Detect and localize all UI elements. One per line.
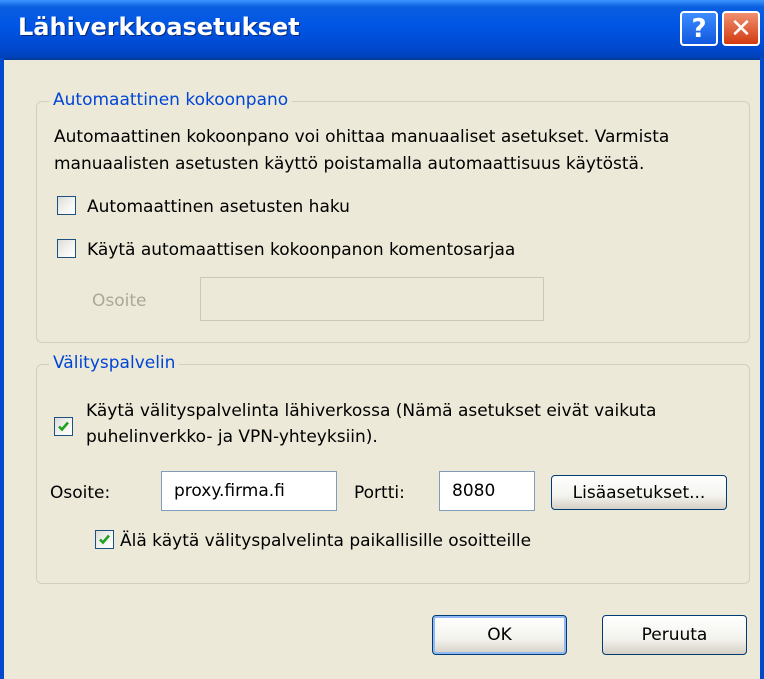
checkmark-icon bbox=[58, 421, 69, 432]
use-proxy-label-line1[interactable]: Käytä välityspalvelinta lähiverkossa (Nä… bbox=[86, 398, 656, 424]
window-frame-right bbox=[760, 58, 764, 679]
bypass-local-label[interactable]: Älä käytä välityspalvelinta paikallisill… bbox=[120, 528, 531, 554]
bypass-local-checkbox[interactable] bbox=[95, 530, 114, 549]
dialog-title: Lähiverkkoasetukset bbox=[18, 13, 300, 41]
checkmark-icon bbox=[99, 534, 110, 545]
auto-config-description-line2: manuaalisten asetusten käyttö poistamall… bbox=[54, 154, 645, 174]
proxy-address-input[interactable]: proxy.firma.fi bbox=[161, 471, 337, 511]
ok-button[interactable]: OK bbox=[432, 615, 567, 655]
title-bar[interactable]: Lähiverkkoasetukset ? ✕ bbox=[0, 0, 764, 60]
use-proxy-label-line2[interactable]: puhelinverkko- ja VPN-yhteyksiin). bbox=[86, 424, 378, 450]
script-address-input[interactable] bbox=[200, 277, 544, 321]
proxy-port-label: Portti: bbox=[354, 483, 405, 503]
window-frame-left bbox=[0, 58, 4, 679]
use-proxy-checkbox[interactable] bbox=[54, 417, 73, 436]
auto-detect-label[interactable]: Automaattinen asetusten haku bbox=[87, 194, 350, 220]
close-button[interactable]: ✕ bbox=[722, 11, 760, 46]
lan-settings-dialog: Lähiverkkoasetukset ? ✕ Automaattinen ko… bbox=[0, 0, 764, 679]
help-button[interactable]: ? bbox=[680, 11, 718, 46]
cancel-button-label: Peruuta bbox=[641, 625, 708, 645]
proxy-group-label: Välityspalvelin bbox=[49, 353, 180, 373]
help-icon: ? bbox=[691, 13, 707, 44]
advanced-button[interactable]: Lisäasetukset... bbox=[551, 475, 727, 510]
use-script-checkbox[interactable] bbox=[57, 239, 76, 258]
auto-detect-checkbox[interactable] bbox=[57, 196, 76, 215]
proxy-port-input[interactable]: 8080 bbox=[439, 471, 535, 511]
proxy-address-label: Osoite: bbox=[50, 483, 111, 503]
auto-config-description-line1: Automaattinen kokoonpano voi ohittaa man… bbox=[54, 127, 670, 147]
cancel-button[interactable]: Peruuta bbox=[602, 615, 747, 655]
script-address-label: Osoite bbox=[92, 291, 147, 311]
use-script-label[interactable]: Käytä automaattisen kokoonpanon komentos… bbox=[87, 237, 515, 263]
auto-config-group-label: Automaattinen kokoonpano bbox=[49, 90, 293, 110]
close-icon: ✕ bbox=[730, 13, 752, 44]
advanced-button-label: Lisäasetukset... bbox=[572, 482, 706, 503]
ok-button-label: OK bbox=[487, 625, 512, 645]
